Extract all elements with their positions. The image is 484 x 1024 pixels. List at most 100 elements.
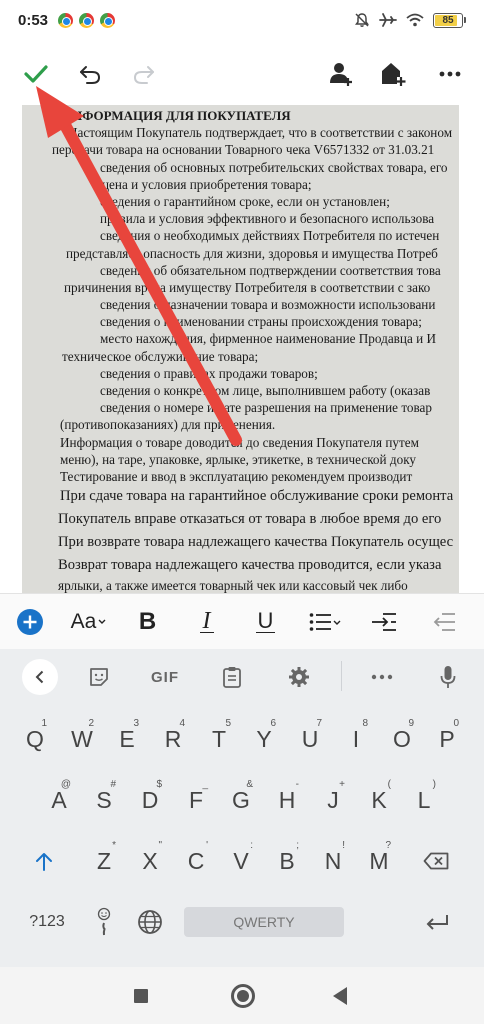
backspace-key[interactable] <box>406 837 466 885</box>
back-icon[interactable] <box>333 987 347 1005</box>
underline-icon: U <box>255 608 276 633</box>
key-h[interactable]: H- <box>264 776 310 824</box>
key-l[interactable]: L) <box>401 776 447 824</box>
key-q[interactable]: Q1 <box>12 715 58 763</box>
key-label: B <box>279 847 295 874</box>
key-hint: # <box>110 779 116 790</box>
key-t[interactable]: T5 <box>196 715 242 763</box>
sticker-button[interactable] <box>88 661 110 693</box>
key-x[interactable]: X " <box>127 837 173 885</box>
key-hint: 3 <box>133 718 139 729</box>
underline-button[interactable]: U <box>236 594 295 650</box>
space-bar[interactable]: QWERTY <box>184 907 344 937</box>
key-label: F <box>188 786 204 813</box>
indent-icon <box>371 612 396 631</box>
key-hint: 5 <box>225 718 231 729</box>
key-label: X <box>142 847 158 874</box>
outdent-icon <box>433 612 455 631</box>
bold-icon: B <box>138 607 157 635</box>
key-v[interactable]: V: <box>218 837 264 885</box>
key-label: D <box>141 786 159 813</box>
chevron-down-icon <box>98 619 106 624</box>
voice-input-button[interactable] <box>440 661 456 693</box>
gif-button[interactable]: GIF <box>151 661 179 693</box>
key-label: M <box>369 847 389 874</box>
symbols-key[interactable]: ?123 <box>18 898 76 946</box>
bold-button[interactable]: B <box>118 594 177 650</box>
language-key[interactable] <box>130 898 170 946</box>
microphone-icon <box>440 666 456 688</box>
key-hint: _ <box>202 779 208 790</box>
key-label: C <box>187 847 205 874</box>
key-hint: " <box>158 840 162 851</box>
add-icon <box>16 608 43 635</box>
home-icon[interactable] <box>231 984 255 1008</box>
font-size-button[interactable]: Aa <box>59 594 118 650</box>
key-z[interactable]: Z * <box>81 837 127 885</box>
key-o[interactable]: O9 <box>379 715 425 763</box>
key-hint: ) <box>432 779 436 790</box>
key-label: U <box>301 725 319 752</box>
key-label: A <box>51 786 67 813</box>
decrease-indent-button[interactable] <box>413 594 472 650</box>
clipboard-button[interactable] <box>222 661 242 693</box>
bullet-list-button[interactable] <box>295 594 354 650</box>
key-c[interactable]: C ' <box>173 837 219 885</box>
italic-button[interactable]: I <box>177 594 236 650</box>
italic-icon: I <box>199 609 214 633</box>
font-size-label: Aa <box>70 609 97 633</box>
key-label: N <box>324 847 342 874</box>
key-label: W <box>71 725 93 752</box>
key-hint: ! <box>342 840 345 851</box>
emoji-key[interactable] <box>84 898 124 946</box>
enter-key[interactable] <box>412 898 462 946</box>
key-k[interactable]: K( <box>356 776 402 824</box>
keyboard-more-button[interactable] <box>371 661 393 693</box>
back-icon <box>35 670 44 684</box>
key-hint: * <box>112 840 116 851</box>
recent-apps-icon[interactable] <box>134 989 148 1003</box>
key-hint: : <box>250 840 253 851</box>
soft-keyboard: GIF Q 1 W 2 E 3 R 4 T 5 Y 6 U 7 I 8 O 9 … <box>0 649 484 967</box>
key-p[interactable]: P0 <box>424 715 470 763</box>
key-label: I <box>352 725 360 752</box>
sticker-icon <box>90 668 108 686</box>
key-hint: - <box>295 779 299 790</box>
key-f[interactable]: F _ <box>173 776 219 824</box>
enter-icon <box>426 915 448 930</box>
key-hint: ? <box>385 840 391 851</box>
insert-button[interactable] <box>0 594 59 650</box>
emoji-icon <box>97 907 111 936</box>
key-n[interactable]: N! <box>310 837 356 885</box>
increase-indent-button[interactable] <box>354 594 413 650</box>
key-y[interactable]: Y6 <box>241 715 287 763</box>
key-label: R <box>164 725 182 752</box>
keyboard-settings-button[interactable] <box>288 661 310 693</box>
key-s[interactable]: S # <box>81 776 127 824</box>
settings-icon <box>289 667 309 687</box>
key-d[interactable]: D $ <box>127 776 173 824</box>
shift-icon <box>36 853 52 871</box>
key-i[interactable]: I8 <box>333 715 379 763</box>
keyboard-back-button[interactable] <box>22 659 58 695</box>
navigation-bar <box>0 967 484 1024</box>
key-hint: 7 <box>316 718 322 729</box>
key-j[interactable]: J + <box>310 776 356 824</box>
key-label: H <box>278 786 296 813</box>
key-b[interactable]: B; <box>264 837 310 885</box>
key-hint: 1 <box>41 718 47 729</box>
key-m[interactable]: M? <box>356 837 402 885</box>
key-r[interactable]: R4 <box>150 715 196 763</box>
shift-key[interactable] <box>14 837 74 885</box>
key-hint: & <box>246 779 253 790</box>
key-label: E <box>119 725 135 752</box>
key-u[interactable]: U7 <box>287 715 333 763</box>
toolbar-divider <box>341 661 342 691</box>
key-label: P <box>439 725 455 752</box>
key-g[interactable]: G & <box>218 776 264 824</box>
key-label: O <box>393 725 411 752</box>
key-e[interactable]: E3 <box>104 715 150 763</box>
key-w[interactable]: W2 <box>59 715 105 763</box>
key-a[interactable]: A @ <box>36 776 82 824</box>
key-hint: ( <box>387 779 391 790</box>
